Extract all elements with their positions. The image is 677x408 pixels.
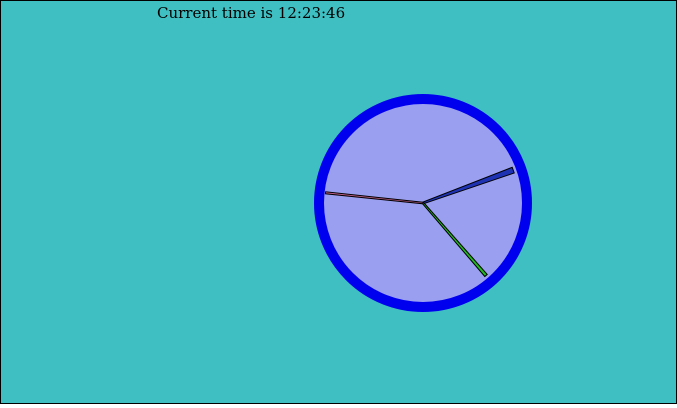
analog-clock [314, 94, 532, 312]
clock-app-window: Current time is 12:23:46 [0, 0, 677, 404]
